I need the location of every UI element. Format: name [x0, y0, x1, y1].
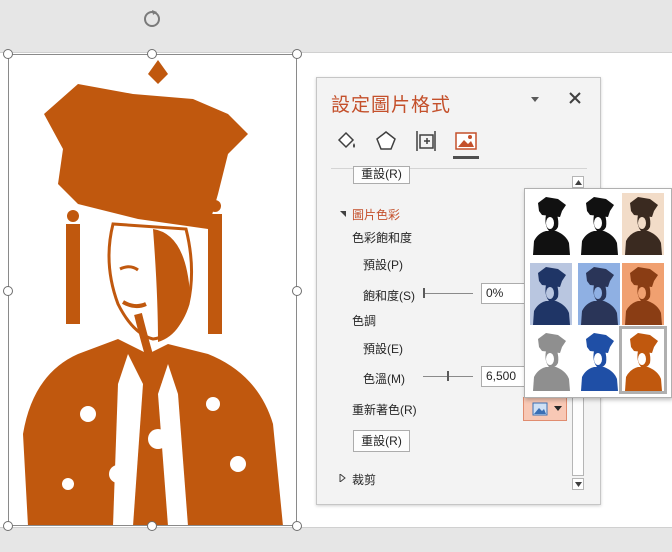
- temperature-slider-thumb[interactable]: [447, 371, 449, 381]
- resize-handle-left[interactable]: [3, 286, 13, 296]
- saturation-slider[interactable]: [423, 293, 473, 294]
- tone-group-label: 色調: [352, 314, 377, 328]
- scroll-up-icon: [575, 180, 582, 185]
- active-tab-indicator: [453, 156, 479, 159]
- recolor-thumbnail: [622, 263, 664, 325]
- recolor-thumbnail: [578, 193, 620, 255]
- scroll-down-button[interactable]: [572, 478, 584, 490]
- temperature-label: 色溫(M): [363, 372, 405, 386]
- scroll-up-button[interactable]: [572, 176, 584, 188]
- scroll-down-icon: [575, 482, 582, 487]
- top-reset-button[interactable]: 重設(R): [353, 166, 410, 184]
- recolor-thumbnail: [578, 329, 620, 391]
- recolor-option-6[interactable]: [622, 263, 664, 325]
- recolor-thumbnail: [622, 329, 664, 391]
- resize-handle-top[interactable]: [147, 49, 157, 59]
- recolor-button[interactable]: [523, 397, 567, 421]
- section-collapsed-icon[interactable]: [339, 474, 347, 482]
- recolor-option-9[interactable]: [619, 326, 667, 394]
- recolor-option-8[interactable]: [578, 329, 620, 391]
- recolor-thumbnail: [578, 263, 620, 325]
- tone-presets-button[interactable]: 預設(E): [363, 340, 403, 357]
- resize-handle-top-left[interactable]: [3, 49, 13, 59]
- recolor-thumbnail: [530, 263, 572, 325]
- paint-bucket-icon[interactable]: [333, 128, 359, 154]
- recolored-picture[interactable]: [8, 54, 297, 526]
- recolor-option-7[interactable]: [530, 329, 572, 391]
- recolor-option-3[interactable]: [622, 193, 664, 255]
- recolor-thumbnail: [530, 193, 572, 255]
- recolor-thumbnail: [622, 193, 664, 255]
- size-position-icon[interactable]: [413, 128, 439, 154]
- recolor-option-5[interactable]: [578, 263, 620, 325]
- temperature-field[interactable]: 6,500: [481, 366, 525, 387]
- saturation-slider-thumb[interactable]: [423, 288, 425, 298]
- resize-handle-right[interactable]: [292, 286, 302, 296]
- crop-section[interactable]: 裁剪: [352, 471, 376, 488]
- recolor-label: 重新著色(R): [352, 403, 417, 417]
- recolor-option-2[interactable]: [578, 193, 620, 255]
- recolor-option-4[interactable]: [530, 263, 572, 325]
- resize-handle-bottom-right[interactable]: [292, 521, 302, 531]
- reset-button[interactable]: 重設(R): [353, 430, 410, 452]
- resize-handle-bottom[interactable]: [147, 521, 157, 531]
- chevron-down-icon: [554, 406, 562, 411]
- pane-options-dropdown-icon[interactable]: [528, 92, 542, 106]
- saturation-label: 飽和度(S): [363, 289, 415, 303]
- recolor-thumbnail: [530, 329, 572, 391]
- section-expanded-icon[interactable]: [339, 209, 347, 217]
- pentagon-icon[interactable]: [373, 128, 399, 154]
- picture-color-section[interactable]: 圖片色彩: [352, 206, 400, 223]
- recolor-option-1[interactable]: [530, 193, 572, 255]
- saturation-field[interactable]: 0%: [481, 283, 525, 304]
- rotate-handle-icon[interactable]: [141, 8, 163, 30]
- recolor-picture-icon: [532, 402, 548, 416]
- saturation-presets-button[interactable]: 預設(P): [363, 256, 403, 273]
- picture-icon[interactable]: [453, 128, 479, 154]
- saturation-group-label: 色彩飽和度: [352, 231, 413, 245]
- resize-handle-top-right[interactable]: [292, 49, 302, 59]
- resize-handle-bottom-left[interactable]: [3, 521, 13, 531]
- pane-title: 設定圖片格式: [331, 95, 452, 116]
- close-icon[interactable]: [567, 90, 583, 106]
- recolor-gallery: [524, 188, 672, 398]
